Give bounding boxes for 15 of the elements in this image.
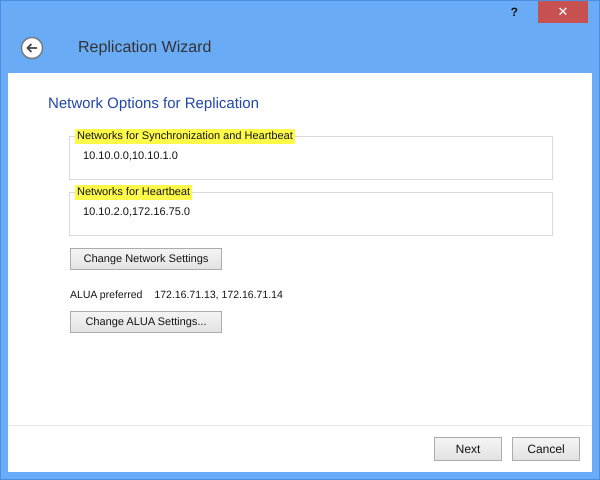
group-legend: Networks for Synchronization and Heartbeat xyxy=(75,129,295,144)
network-list: 10.10.2.0,172.16.75.0 xyxy=(83,206,190,218)
change-network-settings-button[interactable]: Change Network Settings xyxy=(70,248,222,270)
footer-button[interactable]: Next xyxy=(434,437,502,461)
help-button[interactable]: ? xyxy=(510,5,518,19)
alua-value: 172.16.71.13, 172.16.71.14 xyxy=(154,289,283,301)
network-list: 10.10.0.0,10.10.1.0 xyxy=(83,150,178,162)
group-legend: Networks for Heartbeat xyxy=(75,185,192,200)
change-alua-settings-button[interactable]: Change ALUA Settings... xyxy=(70,311,222,333)
alua-label: ALUA preferred xyxy=(70,289,142,301)
close-button[interactable]: ✕ xyxy=(538,0,588,22)
footer-button[interactable]: Cancel xyxy=(512,437,580,461)
back-icon[interactable] xyxy=(20,36,44,60)
page-heading: Network Options for Replication xyxy=(48,95,260,112)
window-title: Replication Wizard xyxy=(78,39,212,57)
